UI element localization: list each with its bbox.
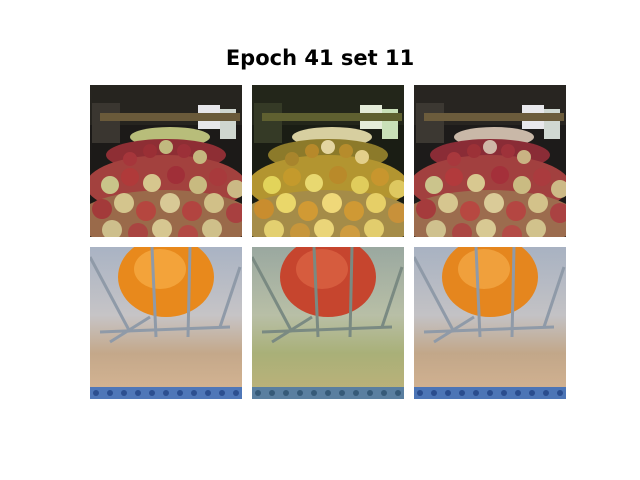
apples-output-image — [252, 85, 404, 237]
orange-output-image — [252, 247, 404, 399]
orange-input-image — [90, 247, 242, 399]
apples-input-image — [90, 85, 242, 237]
orange-image-graphic — [90, 247, 242, 399]
figure-canvas: Epoch 41 set 11 — [0, 0, 640, 480]
apples-image-graphic — [90, 85, 242, 237]
figure-title: Epoch 41 set 11 — [225, 46, 415, 70]
orange-image-graphic — [414, 247, 566, 399]
apples-image-graphic — [414, 85, 566, 237]
apples-target-image — [414, 85, 566, 237]
orange-target-image — [414, 247, 566, 399]
orange-image-graphic — [252, 247, 404, 399]
apples-image-graphic — [252, 85, 404, 237]
